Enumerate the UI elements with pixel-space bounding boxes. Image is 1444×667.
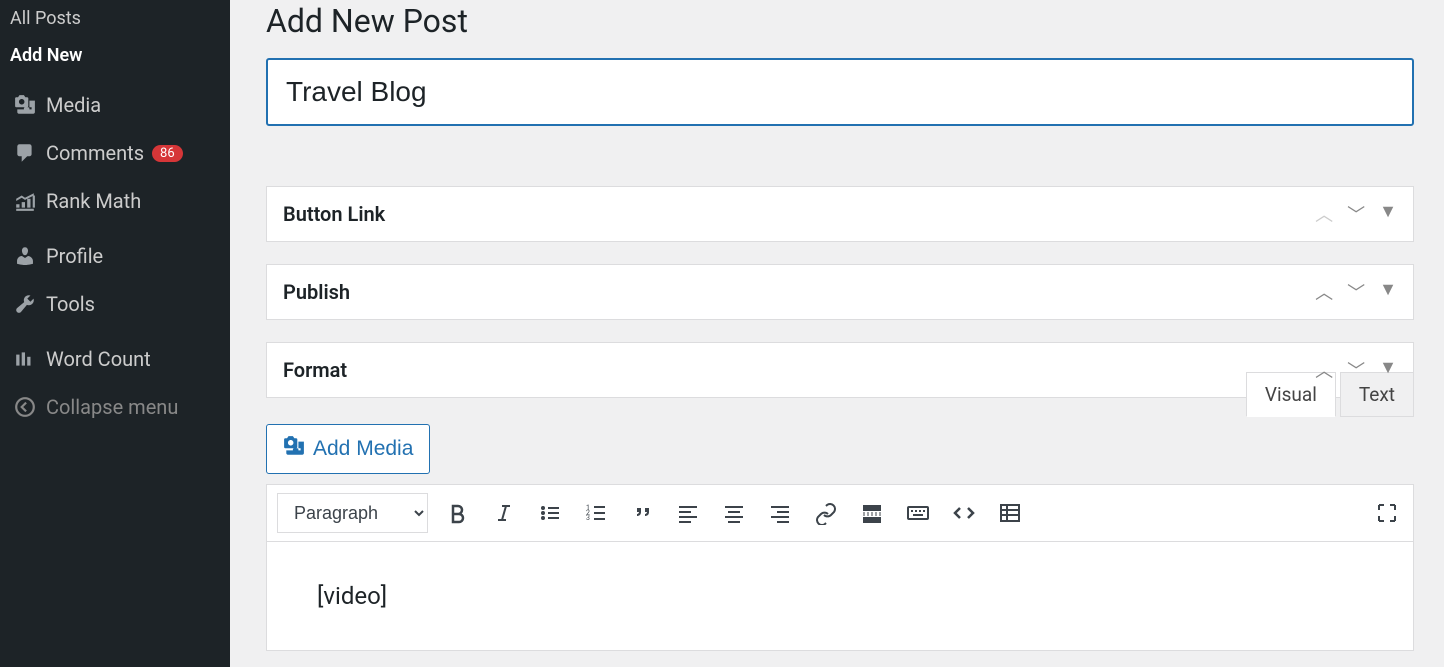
post-title-input[interactable]	[266, 58, 1414, 126]
bullet-list-button[interactable]	[534, 497, 566, 529]
metabox-button-link: Button Link ︿ ﹀ ▼	[266, 186, 1414, 242]
page-title: Add New Post	[266, 2, 1414, 40]
media-icon	[283, 435, 305, 463]
table-button[interactable]	[994, 497, 1026, 529]
align-center-button[interactable]	[718, 497, 750, 529]
add-media-button[interactable]: Add Media	[266, 424, 430, 474]
fullscreen-button[interactable]	[1371, 497, 1403, 529]
comments-icon	[10, 142, 40, 164]
tools-icon	[10, 293, 40, 315]
sidebar-item-collapse[interactable]: Collapse menu	[0, 383, 230, 431]
triangle-down-icon[interactable]: ▼	[1379, 201, 1397, 227]
sidebar-label: Comments	[46, 141, 144, 165]
metabox-title: Publish	[283, 280, 350, 304]
align-left-button[interactable]	[672, 497, 704, 529]
sidebar-item-media[interactable]: Media	[0, 81, 230, 129]
italic-button[interactable]	[488, 497, 520, 529]
sidebar-item-add-new[interactable]: Add New	[0, 37, 230, 74]
paragraph-select[interactable]: Paragraph	[277, 493, 428, 533]
sidebar-label: Rank Math	[46, 189, 141, 213]
metabox-header[interactable]: Publish ︿ ﹀ ▼	[267, 265, 1413, 319]
sidebar-label: Word Count	[46, 347, 151, 371]
chevron-down-icon[interactable]: ﹀	[1347, 201, 1365, 227]
sidebar-item-word-count[interactable]: Word Count	[0, 335, 230, 383]
comments-count-badge: 86	[152, 145, 183, 162]
sidebar-item-profile[interactable]: Profile	[0, 232, 230, 280]
link-button[interactable]	[810, 497, 842, 529]
chevron-up-icon[interactable]: ︿	[1315, 201, 1333, 227]
svg-text:3: 3	[586, 514, 590, 522]
bold-button[interactable]	[442, 497, 474, 529]
collapse-icon	[10, 396, 40, 418]
triangle-down-icon[interactable]: ▼	[1379, 357, 1397, 383]
read-more-button[interactable]	[856, 497, 888, 529]
chevron-up-icon[interactable]: ︿	[1315, 279, 1333, 305]
admin-sidebar: All Posts Add New Media Comments 86 Rank…	[0, 0, 230, 667]
numbered-list-button[interactable]: 123	[580, 497, 612, 529]
chevron-down-icon[interactable]: ﹀	[1347, 357, 1365, 383]
editor-content[interactable]: [video]	[266, 542, 1414, 651]
metabox-title: Button Link	[283, 202, 385, 226]
code-button[interactable]	[948, 497, 980, 529]
quote-button[interactable]	[626, 497, 658, 529]
keyboard-button[interactable]	[902, 497, 934, 529]
main-content: Add New Post Button Link ︿ ﹀ ▼ Publish ︿…	[230, 0, 1444, 667]
sidebar-label: Collapse menu	[46, 395, 178, 419]
sidebar-item-all-posts[interactable]: All Posts	[0, 0, 230, 37]
add-media-label: Add Media	[313, 437, 413, 461]
user-icon	[10, 245, 40, 267]
media-icon	[10, 94, 40, 116]
metabox-publish: Publish ︿ ﹀ ▼	[266, 264, 1414, 320]
align-right-button[interactable]	[764, 497, 796, 529]
chart-icon	[10, 190, 40, 212]
sidebar-label: Profile	[46, 244, 103, 268]
sidebar-label: Tools	[46, 292, 95, 316]
chevron-up-icon[interactable]: ︿	[1315, 357, 1333, 383]
chevron-down-icon[interactable]: ﹀	[1347, 279, 1365, 305]
sidebar-label: Media	[46, 93, 101, 117]
triangle-down-icon[interactable]: ▼	[1379, 279, 1397, 305]
metabox-header[interactable]: Button Link ︿ ﹀ ▼	[267, 187, 1413, 241]
metabox-title: Format	[283, 358, 347, 382]
sidebar-item-comments[interactable]: Comments 86	[0, 129, 230, 177]
sidebar-item-rank-math[interactable]: Rank Math	[0, 177, 230, 225]
word-count-icon	[10, 348, 40, 370]
editor-toolbar: Paragraph 123	[266, 484, 1414, 542]
sidebar-item-tools[interactable]: Tools	[0, 280, 230, 328]
